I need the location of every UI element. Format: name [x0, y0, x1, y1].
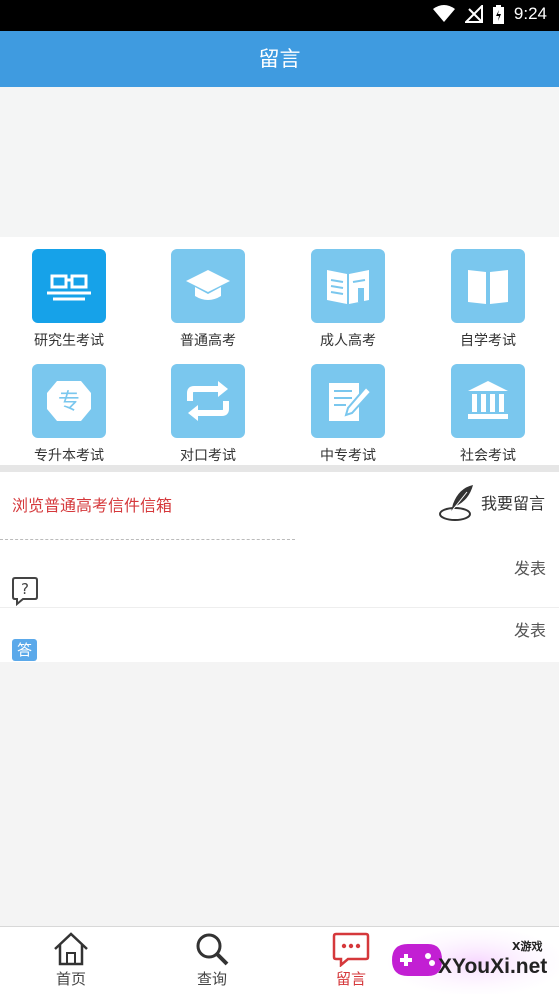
category-self-study[interactable]: 自学考试	[428, 249, 548, 350]
battery-charging-icon	[492, 4, 504, 24]
no-signal-icon	[464, 5, 483, 23]
category-label: 研究生考试	[34, 333, 104, 349]
category-gaokao[interactable]: 普通高考	[148, 249, 268, 350]
tab-message[interactable]: 留言	[306, 931, 396, 989]
category-label: 专升本考试	[34, 448, 104, 464]
category-counterpart-exam[interactable]: 对口考试	[148, 364, 268, 465]
svg-text:专: 专	[58, 390, 80, 415]
category-label: 自学考试	[460, 333, 516, 349]
watermark-text: XYouXi.net	[438, 955, 548, 978]
category-grid: 研究生考试 普通高考 成人高考 自学考试 专 专升本考试 对口考试 中专考试 社…	[0, 237, 559, 465]
category-social-exam[interactable]: 社会考试	[428, 364, 548, 465]
search-icon	[196, 933, 229, 966]
category-vocational-exam[interactable]: 中专考试	[288, 364, 408, 465]
category-adult-exam[interactable]: 成人高考	[288, 249, 408, 350]
message-row: 发表 ?	[0, 542, 559, 608]
page-title: 留言	[0, 31, 559, 87]
watermark-small-text: X游戏	[512, 940, 543, 953]
tab-search[interactable]: 查询	[167, 931, 257, 989]
empty-content-area	[0, 662, 559, 926]
graduation-cap-icon	[171, 249, 245, 323]
dashed-divider	[0, 539, 295, 540]
leave-message-button[interactable]: 我要留言	[437, 482, 545, 522]
message-row: 发表 答	[0, 609, 559, 662]
category-label: 普通高考	[180, 333, 236, 349]
message-icon	[332, 932, 370, 967]
question-icon: ?	[12, 577, 38, 606]
leave-message-label: 我要留言	[480, 494, 545, 513]
browse-mailbox-link[interactable]: 浏览普通高考信件信箱	[12, 492, 172, 516]
category-upgrade-exam[interactable]: 专 专升本考试	[9, 364, 129, 465]
tab-label: 留言	[335, 970, 366, 988]
wifi-icon	[432, 5, 455, 22]
book-icon	[451, 249, 525, 323]
category-label: 社会考试	[460, 448, 516, 464]
svg-text:?: ?	[21, 580, 29, 598]
category-label: 中专考试	[320, 448, 376, 464]
publish-button[interactable]: 发表	[514, 617, 546, 641]
status-bar: 9:24	[0, 0, 559, 31]
quill-pen-icon	[438, 485, 473, 521]
publish-button[interactable]: 发表	[514, 555, 546, 579]
message-panel: 浏览普通高考信件信箱 我要留言 发表 ? 发表 答	[0, 472, 559, 662]
answer-icon: 答	[12, 639, 37, 661]
swap-arrows-icon	[171, 364, 245, 438]
edit-document-icon	[311, 364, 385, 438]
tab-label: 首页	[55, 970, 86, 988]
status-time: 9:24	[513, 4, 547, 23]
category-graduate-exam[interactable]: 研究生考试	[9, 249, 129, 350]
glasses-icon	[32, 249, 106, 323]
category-label: 对口考试	[180, 448, 236, 464]
section-divider	[0, 465, 559, 472]
tab-label: 查询	[196, 970, 227, 988]
open-book-hand-icon	[311, 249, 385, 323]
institution-icon	[451, 364, 525, 438]
zhuan-badge-icon: 专	[32, 364, 106, 438]
banner-area	[0, 87, 559, 237]
category-label: 成人高考	[320, 333, 376, 349]
home-icon	[54, 932, 88, 966]
tab-home[interactable]: 首页	[26, 931, 116, 989]
